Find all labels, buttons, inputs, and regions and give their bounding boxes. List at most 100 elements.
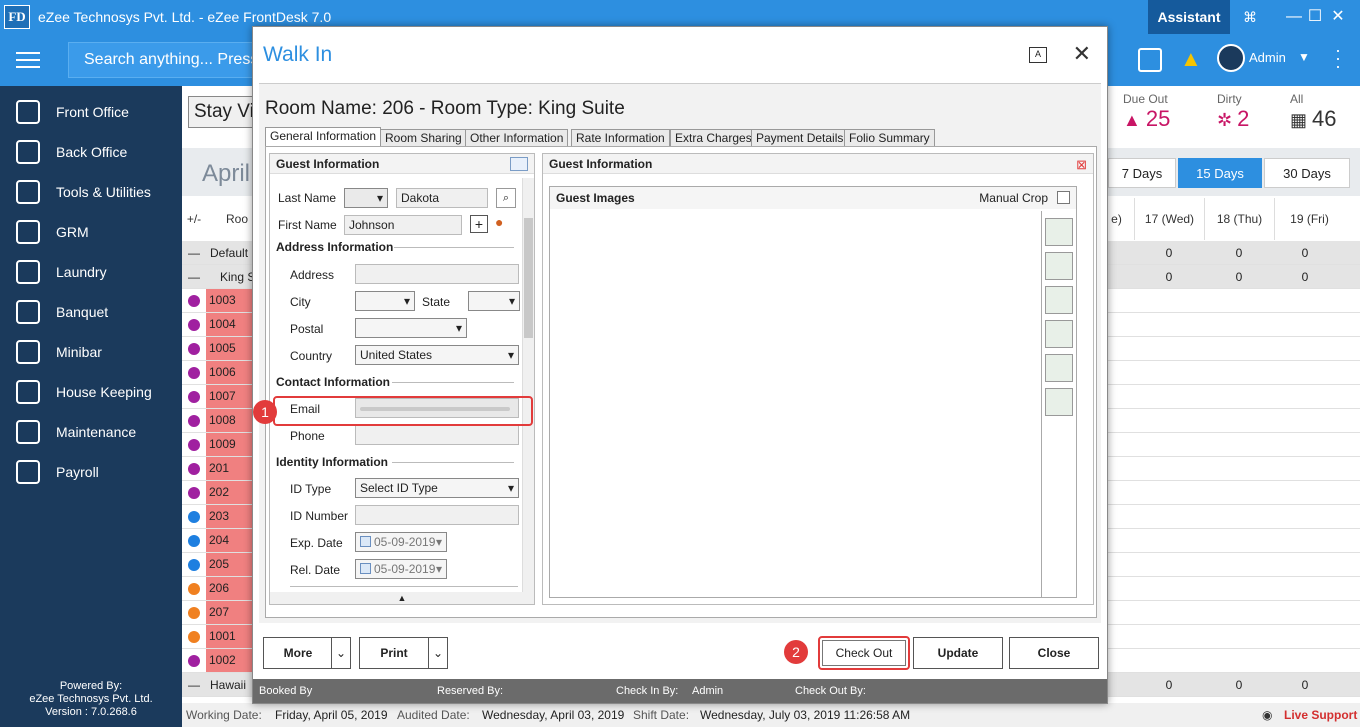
postal-select[interactable] <box>355 318 467 338</box>
tab-general-information[interactable]: General Information <box>265 127 382 147</box>
id-number-input[interactable] <box>355 505 519 525</box>
tab-rate-information[interactable]: Rate Information <box>571 129 670 147</box>
form-scrollbar[interactable] <box>522 178 534 592</box>
salutation-select[interactable] <box>344 188 388 208</box>
print-dropdown-caret[interactable]: ⌄ <box>428 637 448 669</box>
callout-badge-2: 2 <box>784 640 808 664</box>
phone-input[interactable] <box>355 425 519 445</box>
export-image-icon[interactable] <box>1045 388 1073 416</box>
booked-by-label: Booked By <box>259 685 313 697</box>
sidebar-item-maintenance[interactable]: Maintenance <box>0 412 182 452</box>
all-stat[interactable]: All ▦ 46 <box>1290 92 1337 132</box>
sidebar-item-house-keeping[interactable]: House Keeping <box>0 372 182 412</box>
update-button[interactable]: Update <box>913 637 1003 669</box>
remove-icon[interactable]: ⊠ <box>1076 157 1087 173</box>
tab-folio-summary[interactable]: Folio Summary <box>844 129 935 147</box>
room-number[interactable]: 207 <box>206 601 256 624</box>
assistant-button[interactable]: Assistant <box>1148 0 1230 34</box>
room-number[interactable]: 205 <box>206 553 256 576</box>
room-status-dot <box>188 631 200 643</box>
translate-icon[interactable]: ⌘ <box>1228 0 1272 34</box>
city-select[interactable] <box>355 291 415 311</box>
add-image-icon[interactable] <box>1045 218 1073 246</box>
last-name-input[interactable]: Dakota <box>396 188 488 208</box>
range-15-days[interactable]: 15 Days <box>1178 158 1262 188</box>
room-number[interactable]: 206 <box>206 577 256 600</box>
room-number[interactable]: 1001 <box>206 625 256 648</box>
room-number[interactable]: 202 <box>206 481 256 504</box>
collapse-icon[interactable]: — <box>188 673 200 697</box>
state-select[interactable] <box>468 291 520 311</box>
room-status-dot <box>188 583 200 595</box>
support-icon[interactable]: ◉ <box>1262 703 1272 727</box>
image-preview-area[interactable] <box>550 211 1042 597</box>
chevron-down-icon[interactable]: ▼ <box>1298 50 1310 64</box>
dialog-close-button[interactable]: ✕ <box>1073 41 1091 67</box>
room-number[interactable]: 1003 <box>206 289 256 312</box>
manual-crop-checkbox[interactable] <box>1057 191 1070 204</box>
zoom-image-icon[interactable] <box>1045 286 1073 314</box>
live-support-link[interactable]: Live Support <box>1284 703 1357 727</box>
sidebar-item-front-office[interactable]: Front Office <box>0 92 182 132</box>
room-number[interactable]: 1009 <box>206 433 256 456</box>
id-card-icon[interactable] <box>510 157 528 171</box>
global-search-input[interactable]: Search anything... Press <box>68 42 258 78</box>
sidebar-item-banquet[interactable]: Banquet <box>0 292 182 332</box>
room-number[interactable]: 201 <box>206 457 256 480</box>
sidebar-item-tools[interactable]: Tools & Utilities <box>0 172 182 212</box>
room-number[interactable]: 1006 <box>206 361 256 384</box>
translate-icon[interactable]: A <box>1029 47 1047 63</box>
delete-image-icon[interactable] <box>1045 252 1073 280</box>
tab-other-information[interactable]: Other Information <box>465 129 569 147</box>
range-30-days[interactable]: 30 Days <box>1264 158 1350 188</box>
collapse-icon[interactable]: — <box>188 241 200 265</box>
sidebar-item-grm[interactable]: GRM <box>0 212 182 252</box>
first-name-input[interactable]: Johnson <box>344 215 462 235</box>
tab-payment-details[interactable]: Payment Details <box>751 129 849 147</box>
add-icon[interactable]: + <box>470 215 488 233</box>
room-number[interactable]: 1008 <box>206 409 256 432</box>
more-dropdown-caret[interactable]: ⌄ <box>331 637 351 669</box>
room-number[interactable]: 1007 <box>206 385 256 408</box>
scan-image-icon[interactable] <box>1045 320 1073 348</box>
range-7-days[interactable]: 7 Days <box>1108 158 1176 188</box>
hamburger-menu-icon[interactable] <box>16 52 40 68</box>
print-button[interactable]: Print <box>359 637 429 669</box>
admin-user-label[interactable]: Admin <box>1249 50 1286 65</box>
capture-camera-icon[interactable] <box>1045 354 1073 382</box>
room-number[interactable]: 203 <box>206 505 256 528</box>
country-select[interactable]: United States <box>355 345 519 365</box>
sidebar-item-back-office[interactable]: Back Office <box>0 132 182 172</box>
housekeeping-status-icon[interactable] <box>1138 48 1162 72</box>
expand-collapse-header[interactable]: +/- <box>182 198 206 240</box>
warning-icon[interactable]: ▲ <box>1180 46 1202 72</box>
id-type-select[interactable]: Select ID Type <box>355 478 519 498</box>
calendar-icon[interactable] <box>360 563 371 574</box>
more-button[interactable]: More <box>263 637 333 669</box>
due-out-stat[interactable]: Due Out ▲ 25 <box>1123 92 1170 132</box>
room-number[interactable]: 204 <box>206 529 256 552</box>
close-button[interactable]: Close <box>1009 637 1099 669</box>
check-out-by-label: Check Out By: <box>795 685 866 697</box>
user-avatar-icon[interactable] <box>1217 44 1245 72</box>
room-number[interactable]: 1005 <box>206 337 256 360</box>
search-guest-icon[interactable]: ⌕ <box>496 188 516 208</box>
collapse-arrow-icon[interactable]: ▲ <box>270 592 534 604</box>
sidebar-item-payroll[interactable]: Payroll <box>0 452 182 492</box>
room-number[interactable]: 1002 <box>206 649 256 672</box>
room-status-dot <box>188 535 200 547</box>
dirty-stat[interactable]: Dirty ✲ 2 <box>1217 92 1249 132</box>
sidebar-item-minibar[interactable]: Minibar <box>0 332 182 372</box>
window-close-button[interactable]: ✕ <box>1316 0 1360 34</box>
address-input[interactable] <box>355 264 519 284</box>
guest-profile-icon[interactable]: ● <box>495 214 515 234</box>
calendar-icon[interactable] <box>360 536 371 547</box>
sidebar-item-laundry[interactable]: Laundry <box>0 252 182 292</box>
scrollbar-thumb[interactable] <box>524 218 533 338</box>
tab-room-sharing[interactable]: Room Sharing <box>380 129 467 147</box>
tab-extra-charges[interactable]: Extra Charges <box>670 129 757 147</box>
check-out-button[interactable]: Check Out <box>822 640 906 666</box>
more-options-icon[interactable]: · · · <box>1335 41 1341 75</box>
collapse-icon[interactable]: — <box>188 265 200 289</box>
room-number[interactable]: 1004 <box>206 313 256 336</box>
